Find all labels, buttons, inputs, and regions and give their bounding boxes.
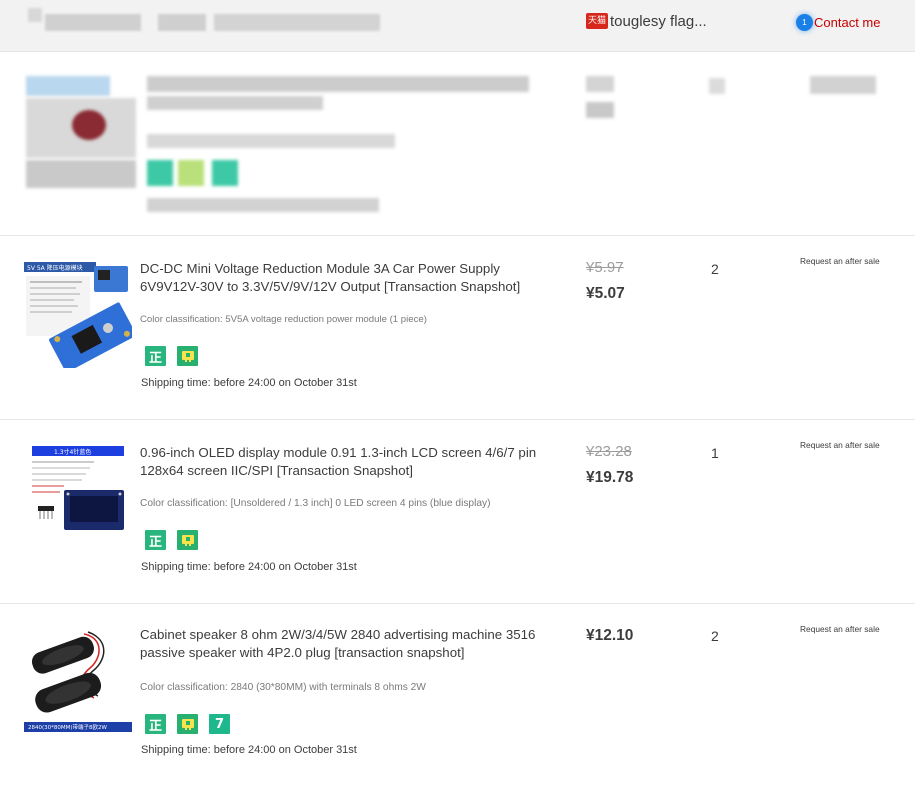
guarantee-icon[interactable]: [177, 714, 198, 734]
product-title[interactable]: 0.96-inch OLED display module 0.91 1.3-i…: [140, 444, 540, 480]
thumb-banner: 1.3寸4针蓝色: [54, 448, 91, 456]
genuine-icon[interactable]: 正: [145, 714, 166, 734]
blurred-shipping: [147, 198, 379, 212]
blurred-order-number: [214, 14, 380, 31]
shop-name[interactable]: touglesy flag...: [610, 13, 707, 30]
tmall-icon: 天猫: [586, 13, 608, 29]
paid-price: ¥19.78: [586, 469, 634, 486]
product-thumbnail[interactable]: 5V 5A 降压电源模块: [24, 260, 137, 373]
blurred-thumb-accent: [72, 110, 106, 140]
shipping-time: Shipping time: before 24:00 on October 3…: [141, 561, 357, 573]
request-after-sale-link[interactable]: Request an after sale: [800, 255, 880, 267]
thumb-banner: 5V 5A 降压电源模块: [27, 264, 83, 272]
chat-icon: 1: [796, 13, 813, 31]
order-item: 2840(30*80MM)带端子8欧2W Cabinet speaker 8 o…: [0, 604, 915, 787]
request-after-sale-link[interactable]: Request an after sale: [800, 439, 880, 451]
quantity: 2: [711, 261, 719, 277]
order-item: 1.3寸4针蓝色 0.96-inch OLED display module 0…: [0, 420, 915, 604]
blurred-price-2: [586, 102, 614, 118]
blurred-after-sale: [810, 76, 876, 94]
blurred-badge-2: [178, 160, 204, 186]
sku-info: Color classification: 2840 (30*80MM) wit…: [140, 682, 426, 693]
blurred-thumb-top: [26, 76, 110, 96]
genuine-icon[interactable]: 正: [145, 530, 166, 550]
blurred-thumb-bottom: [26, 160, 136, 188]
blurred-order-item: [0, 52, 915, 236]
checkbox-placeholder: [28, 8, 42, 22]
contact-label[interactable]: Contact me: [814, 15, 880, 30]
service-icons: 正 7: [145, 714, 230, 734]
blurred-title-2: [147, 96, 323, 110]
thumb-banner: 2840(30*80MM)带端子8欧2W: [28, 723, 108, 731]
shop-link[interactable]: 天猫 touglesy flag...: [586, 11, 707, 31]
paid-price: ¥12.10: [586, 627, 634, 644]
product-title[interactable]: Cabinet speaker 8 ohm 2W/3/4/5W 2840 adv…: [140, 626, 540, 662]
guarantee-icon[interactable]: [177, 530, 198, 550]
paid-price: ¥5.07: [586, 285, 625, 302]
genuine-icon[interactable]: 正: [145, 346, 166, 366]
blurred-title-1: [147, 76, 529, 92]
product-title[interactable]: DC-DC Mini Voltage Reduction Module 3A C…: [140, 260, 540, 296]
service-icons: 正: [145, 346, 198, 366]
blurred-qty: [709, 78, 725, 94]
request-after-sale-link[interactable]: Request an after sale: [800, 623, 880, 635]
quantity: 2: [711, 628, 719, 644]
order-header: 天猫 touglesy flag... 1 Contact me: [0, 0, 915, 52]
blurred-sku: [147, 134, 395, 148]
order-item: 5V 5A 降压电源模块 DC-DC Mini Voltage Reductio…: [0, 236, 915, 420]
sku-info: Color classification: [Unsoldered / 1.3 …: [140, 498, 491, 509]
quantity: 1: [711, 445, 719, 461]
blurred-price-1: [586, 76, 614, 92]
blurred-order-label: [158, 14, 206, 31]
product-thumbnail[interactable]: 1.3寸4针蓝色: [24, 444, 132, 552]
shipping-time: Shipping time: before 24:00 on October 3…: [141, 744, 357, 756]
blurred-badge-3: [212, 160, 238, 186]
blurred-badge-1: [147, 160, 173, 186]
original-price: ¥23.28: [586, 443, 632, 460]
sku-info: Color classification: 5V5A voltage reduc…: [140, 314, 427, 325]
seven-day-return-icon[interactable]: 7: [209, 714, 230, 734]
guarantee-icon[interactable]: [177, 346, 198, 366]
contact-seller-button[interactable]: 1 Contact me: [796, 11, 880, 33]
blurred-order-date: [45, 14, 141, 31]
shipping-time: Shipping time: before 24:00 on October 3…: [141, 377, 357, 389]
service-icons: 正: [145, 530, 198, 550]
original-price: ¥5.97: [586, 259, 624, 276]
product-thumbnail[interactable]: 2840(30*80MM)带端子8欧2W: [24, 628, 132, 736]
